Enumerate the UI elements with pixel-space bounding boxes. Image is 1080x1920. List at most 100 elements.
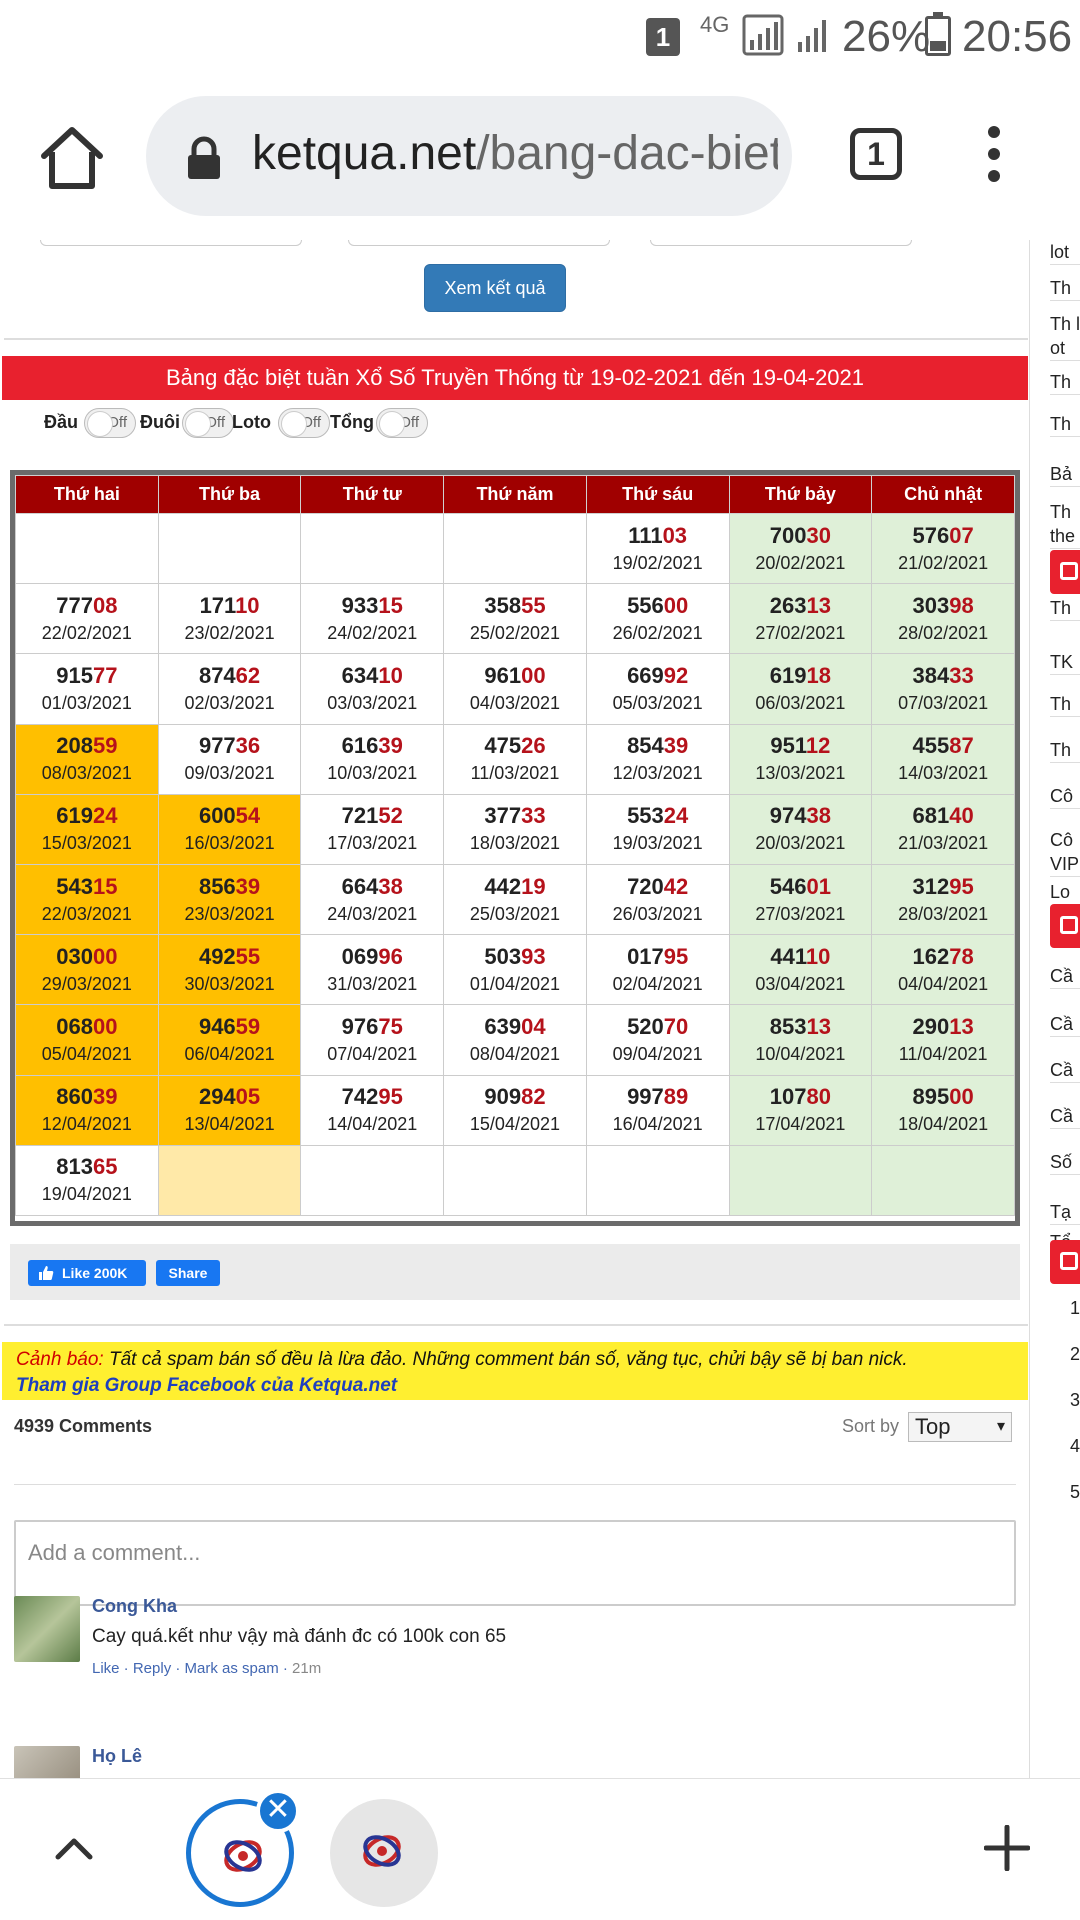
sidebar-item[interactable]: Tạ xyxy=(1050,1200,1080,1225)
comment-author[interactable]: Họ Lê xyxy=(92,1746,142,1767)
sidebar-item[interactable]: Bả xyxy=(1050,462,1080,487)
result-cell: 70030 20/02/2021 xyxy=(728,512,873,585)
select-box-3[interactable] xyxy=(650,240,912,246)
draw-date: 21/02/2021 xyxy=(898,552,989,573)
draw-date: 10/04/2021 xyxy=(755,1043,846,1064)
prize-number: 26313 xyxy=(730,593,872,619)
prize-number: 94659 xyxy=(159,1014,301,1040)
sidebar-item[interactable]: Cô xyxy=(1050,784,1080,809)
sidebar-item[interactable]: TK xyxy=(1050,650,1080,675)
prize-number-last-two: 38 xyxy=(806,803,831,829)
overflow-menu-icon[interactable] xyxy=(982,126,1006,186)
draw-date: 18/03/2021 xyxy=(469,833,560,854)
close-tab-icon[interactable]: ✕ xyxy=(256,1789,300,1833)
prize-number-head: 576 xyxy=(912,522,950,548)
tab-switcher-button[interactable]: 1 xyxy=(850,128,902,180)
prize-number-head: 358 xyxy=(484,592,522,618)
sidebar-item[interactable]: Th lot xyxy=(1050,312,1080,361)
prize-number-last-two: 18 xyxy=(806,662,831,688)
home-icon[interactable] xyxy=(36,122,108,194)
prize-number-head: 742 xyxy=(341,1084,379,1110)
section-icon xyxy=(1060,1252,1078,1270)
select-box-1[interactable] xyxy=(40,240,302,246)
sidebar-item[interactable]: Cầ xyxy=(1050,1104,1080,1129)
result-cell: 35855 25/02/2021 xyxy=(443,583,587,655)
result-cell xyxy=(728,1144,873,1216)
address-bar[interactable]: ketqua.net/bang-dac-biet xyxy=(146,96,792,216)
toggle-label-duoi: Đuôi xyxy=(140,412,180,432)
prize-number: 99789 xyxy=(587,1084,729,1110)
result-cell: 06800 05/04/2021 xyxy=(15,1004,159,1076)
prize-number: 11103 xyxy=(587,523,729,549)
result-cell: 45587 14/03/2021 xyxy=(871,723,1015,795)
facebook-share-button[interactable]: Share xyxy=(156,1260,220,1286)
prize-number: 61639 xyxy=(301,733,443,759)
draw-date: 31/03/2021 xyxy=(327,973,418,994)
signal-strength-icon-2 xyxy=(798,20,826,52)
sidebar-item[interactable]: Cầ xyxy=(1050,1012,1080,1037)
toggle-switch-tong[interactable]: Off xyxy=(376,408,428,438)
prize-number-head: 915 xyxy=(56,662,93,688)
view-results-button[interactable]: Xem kết quả xyxy=(424,264,566,312)
prize-number-head: 961 xyxy=(484,662,522,688)
sidebar-item[interactable]: Cô VIP xyxy=(1050,828,1080,877)
result-cell xyxy=(300,1144,445,1216)
prize-number: 85313 xyxy=(730,1014,872,1040)
prize-number-last-two: 59 xyxy=(235,1013,261,1039)
comment-action-links[interactable]: Like · Reply · Mark as spam · xyxy=(92,1660,292,1677)
comment-input[interactable]: Add a comment... xyxy=(14,1520,1016,1606)
prize-number-head: 303 xyxy=(912,592,950,618)
toggle-switch-duoi[interactable]: Off xyxy=(182,408,234,438)
sidebar-item[interactable]: Th xyxy=(1050,692,1080,717)
sidebar-item[interactable]: Cầ xyxy=(1050,964,1080,989)
sidebar-item[interactable]: Th xyxy=(1050,412,1080,437)
result-cell: 55600 26/02/2021 xyxy=(585,583,730,655)
toggle-switch-loto[interactable]: Off xyxy=(278,408,330,438)
prize-number: 03000 xyxy=(16,944,158,970)
comment-author[interactable]: Cong Kha xyxy=(92,1596,177,1617)
sidebar-item[interactable]: lot xyxy=(1050,240,1080,265)
prize-number: 29013 xyxy=(872,1014,1014,1040)
sidebar-item[interactable]: Th xyxy=(1050,596,1080,621)
draw-date: 22/02/2021 xyxy=(41,622,132,643)
sidebar-item[interactable]: Th xyxy=(1050,370,1080,395)
prize-number: 54601 xyxy=(730,874,872,900)
avatar[interactable] xyxy=(14,1596,80,1662)
sort-select[interactable]: Top xyxy=(908,1412,1012,1442)
prize-number-last-two: 89 xyxy=(663,1084,689,1110)
prize-number-last-two: 00 xyxy=(92,943,118,969)
plus-icon[interactable] xyxy=(984,1825,1030,1871)
sidebar-item[interactable]: Cầ xyxy=(1050,1058,1080,1083)
toggle-switch-dau[interactable]: Off xyxy=(84,408,136,438)
sidebar-item[interactable]: Số xyxy=(1050,1150,1080,1175)
sidebar-item[interactable]: Th xyxy=(1050,276,1080,301)
url-path: /bang-dac-biet xyxy=(476,127,778,180)
sidebar-item[interactable]: Th xyxy=(1050,738,1080,763)
prize-number-last-two: 96 xyxy=(378,943,403,969)
select-box-2[interactable] xyxy=(348,240,610,246)
avatar[interactable] xyxy=(14,1746,80,1778)
tab-thumbnail[interactable] xyxy=(330,1799,438,1907)
network-type-label: 4G xyxy=(700,12,730,37)
comment-actions[interactable]: Like · Reply · Mark as spam · 21m xyxy=(92,1660,321,1677)
sidebar-rank: 2 xyxy=(1070,1344,1080,1364)
draw-date: 15/03/2021 xyxy=(41,833,132,854)
prize-number-last-two: 62 xyxy=(235,662,261,688)
site-logo-icon xyxy=(363,1835,401,1867)
result-cell: 61918 06/03/2021 xyxy=(728,653,873,725)
prize-number: 17110 xyxy=(159,593,301,619)
prize-number: 57607 xyxy=(872,523,1014,549)
result-cell: 72152 17/03/2021 xyxy=(300,793,445,865)
prize-number: 74295 xyxy=(301,1084,443,1110)
result-cell: 30398 28/02/2021 xyxy=(871,583,1015,655)
facebook-group-link[interactable]: Tham gia Group Facebook của Ketqua.net xyxy=(16,1373,1014,1399)
prize-number: 72042 xyxy=(587,874,729,900)
divider xyxy=(4,1324,1028,1326)
sidebar-item[interactable]: Th the xyxy=(1050,500,1080,549)
facebook-like-button[interactable]: Like 200K xyxy=(28,1260,146,1286)
prize-number-head: 546 xyxy=(769,873,807,899)
prize-number-last-two: 82 xyxy=(521,1084,546,1110)
chevron-up-icon[interactable] xyxy=(52,1827,96,1871)
draw-date: 08/04/2021 xyxy=(469,1043,560,1064)
prize-number-head: 068 xyxy=(56,1013,93,1039)
